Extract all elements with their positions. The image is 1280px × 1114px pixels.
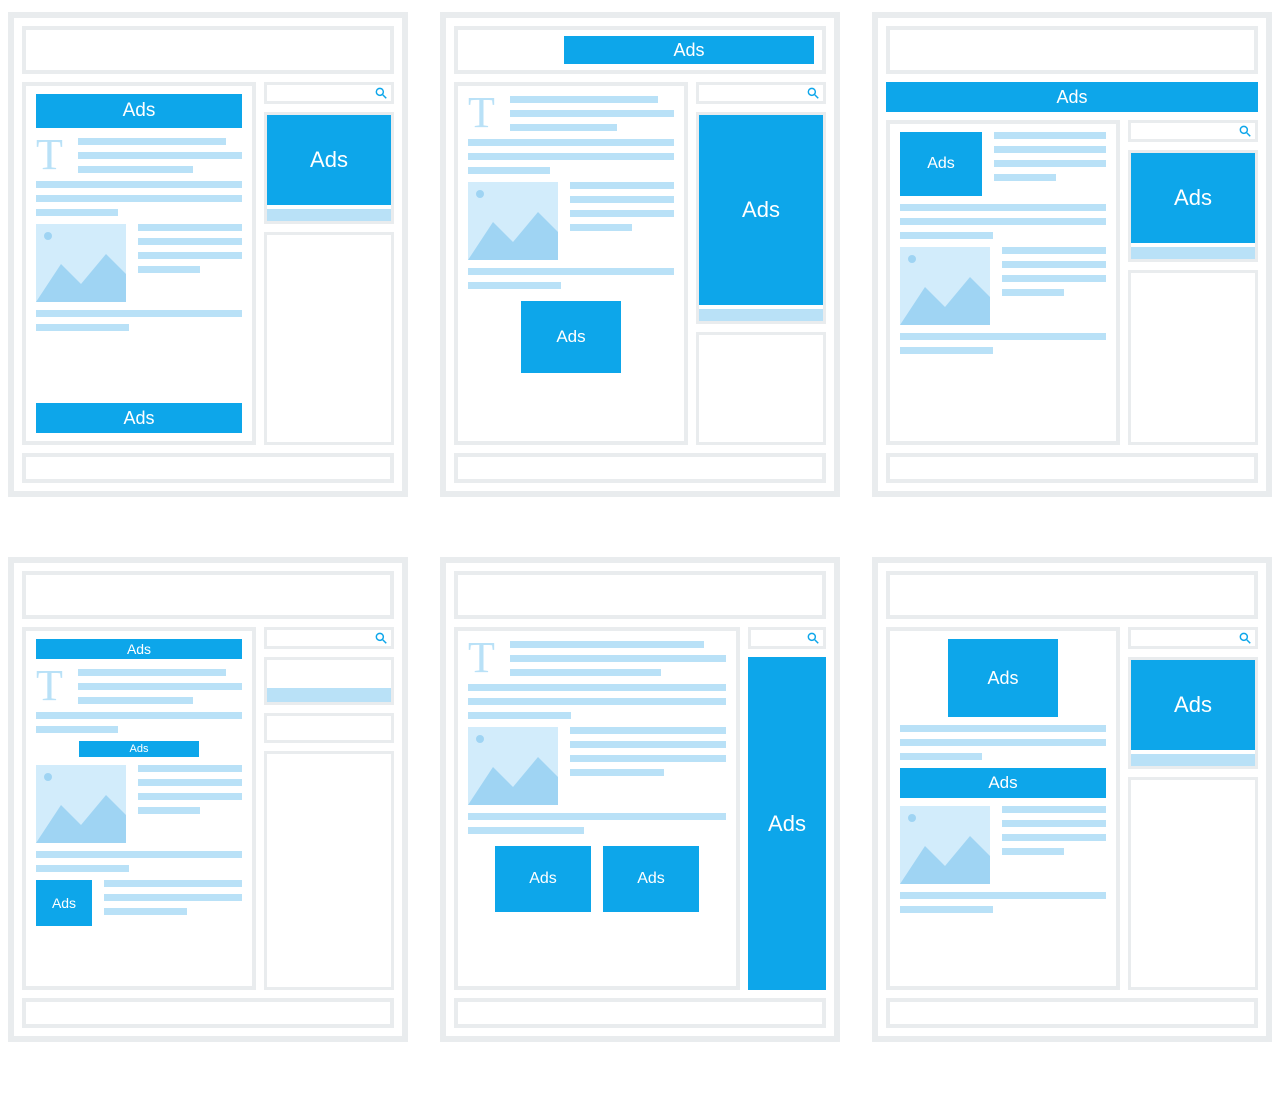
image-placeholder — [468, 182, 558, 260]
search-icon — [806, 86, 820, 100]
image-placeholder — [36, 765, 126, 843]
dropcap: T — [36, 136, 68, 173]
search-bar — [264, 627, 394, 649]
ad-sidebar-box: Ads — [1131, 153, 1255, 243]
ad-inline-left: Ads — [900, 132, 982, 196]
ad-inline-box-1: Ads — [495, 846, 591, 912]
layout-card-5: T — [440, 557, 840, 1042]
layout-card-2: Ads T — [440, 12, 840, 497]
search-icon — [374, 86, 388, 100]
ad-small-box: Ads — [36, 880, 92, 926]
header-placeholder — [22, 26, 394, 74]
search-icon — [1238, 631, 1252, 645]
ad-top-banner: Ads — [36, 94, 242, 128]
ad-skyscraper: Ads — [748, 657, 826, 990]
search-icon — [374, 631, 388, 645]
header-placeholder — [886, 26, 1258, 74]
header-placeholder — [886, 571, 1258, 619]
image-placeholder — [36, 224, 126, 302]
image-placeholder — [468, 727, 558, 805]
search-icon — [806, 631, 820, 645]
search-bar — [1128, 120, 1258, 142]
footer-placeholder — [886, 453, 1258, 483]
search-bar — [264, 82, 394, 104]
footer-placeholder — [886, 998, 1258, 1028]
ad-fullwidth-banner: Ads — [886, 82, 1258, 112]
ad-bottom-banner: Ads — [36, 403, 242, 433]
layout-card-4: Ads T Ads — [8, 557, 408, 1042]
layout-card-6: Ads Ads — [872, 557, 1272, 1042]
layout-grid: Ads T — [8, 12, 1272, 1042]
search-bar — [1128, 627, 1258, 649]
ad-thin-banner: Ads — [36, 639, 242, 659]
image-placeholder — [900, 247, 990, 325]
footer-placeholder — [22, 998, 394, 1028]
ad-tiny-banner: Ads — [79, 741, 199, 757]
image-placeholder — [900, 806, 990, 884]
ad-header-banner: Ads — [564, 36, 814, 64]
footer-placeholder — [454, 453, 826, 483]
ad-top-box: Ads — [948, 639, 1058, 717]
search-icon — [1238, 124, 1252, 138]
header-placeholder — [454, 571, 826, 619]
layout-card-1: Ads T — [8, 12, 408, 497]
dropcap: T — [468, 94, 500, 131]
footer-placeholder — [22, 453, 394, 483]
ad-mid-banner: Ads — [900, 768, 1106, 798]
header-placeholder — [22, 571, 394, 619]
search-bar — [748, 627, 826, 649]
ad-inline-box: Ads — [521, 301, 621, 373]
ad-inline-box-2: Ads — [603, 846, 699, 912]
ad-sidebar-box: Ads — [267, 115, 391, 205]
footer-placeholder — [454, 998, 826, 1028]
search-bar — [696, 82, 826, 104]
dropcap: T — [468, 639, 500, 676]
ad-sidebar-box: Ads — [1131, 660, 1255, 750]
layout-card-3: Ads Ads — [872, 12, 1272, 497]
dropcap: T — [36, 667, 68, 704]
ad-sidebar-tall: Ads — [699, 115, 823, 305]
